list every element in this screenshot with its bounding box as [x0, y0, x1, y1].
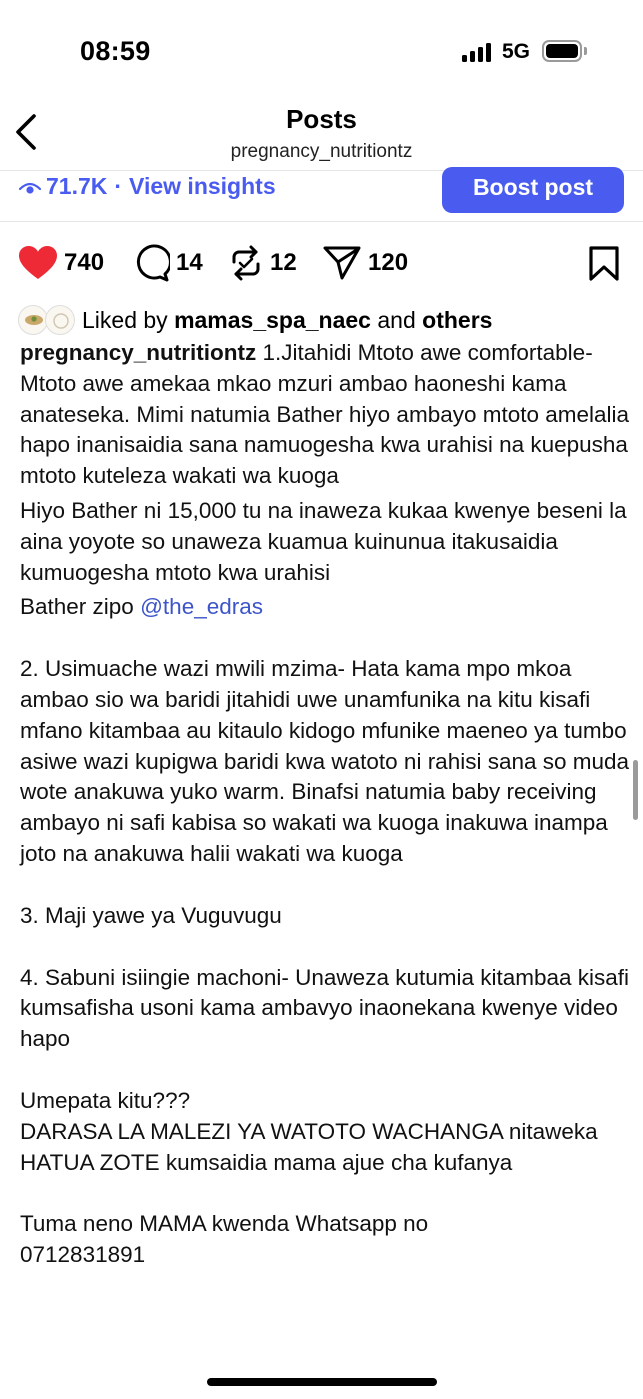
share-button[interactable]: 120	[322, 240, 408, 286]
insights-bar: 71.7K · View insights Boost post	[0, 167, 643, 222]
nav-header: Posts pregnancy_nutritiontz	[0, 100, 643, 170]
battery-icon	[542, 40, 582, 62]
status-bar: 08:59 5G	[0, 0, 643, 100]
home-indicator[interactable]	[207, 1378, 437, 1386]
comments-count: 14	[176, 249, 203, 276]
caption-text: 4. Sabuni isiingie machoni- Unaweza kutu…	[20, 964, 630, 1052]
avatar	[18, 305, 48, 335]
views-count: 71.7K	[46, 173, 108, 199]
mention-link[interactable]: @the_edras	[140, 594, 263, 619]
share-icon	[323, 246, 361, 280]
caption-text: Hiyo Bather ni 15,000 tu na inaweza kuka…	[20, 497, 627, 585]
scroll-indicator[interactable]	[633, 760, 638, 820]
battery-tip	[584, 47, 587, 55]
liked-by-others[interactable]: others	[422, 307, 492, 334]
comment-button[interactable]: 14	[132, 240, 203, 286]
caption-text: Bather zipo	[20, 594, 134, 620]
view-insights-link[interactable]: 71.7K · View insights	[18, 173, 276, 200]
reposts-count: 12	[270, 249, 297, 276]
heart-icon	[19, 246, 57, 279]
liked-by-prefix: Liked by	[82, 306, 168, 333]
caption-text: 3. Maji yawe ya Vuguvugu	[20, 902, 282, 928]
network-label: 5G	[502, 40, 531, 63]
likes-count: 740	[64, 249, 105, 276]
views-separator: ·	[114, 173, 123, 199]
caption-owner[interactable]: pregnancy_nutritiontz	[20, 340, 256, 365]
signal-icon	[462, 43, 492, 62]
caption-paragraph: pregnancy_nutritiontz 1.Jitahidi Mtoto a…	[20, 338, 632, 492]
boost-post-button[interactable]: Boost post	[442, 167, 624, 213]
bookmark-icon	[589, 246, 619, 281]
page-subtitle: pregnancy_nutritiontz	[230, 141, 413, 162]
comment-icon	[136, 244, 170, 282]
post-actions: 740 14 12 120	[0, 240, 643, 286]
caption-paragraph: Bather zipo @the_edras	[20, 592, 632, 623]
view-insights-label: View insights	[129, 173, 276, 199]
repost-icon	[232, 245, 260, 281]
caption-text: Umepata kitu???	[20, 1087, 191, 1113]
status-time: 08:59	[80, 36, 151, 66]
repost-button[interactable]: 12	[228, 240, 297, 286]
caption-text: Tuma neno MAMA kwenda Whatsapp no	[20, 1211, 429, 1237]
eye-icon	[18, 182, 42, 194]
caption-text: DARASA LA MALEZI YA WATOTO WACHANGA nita…	[20, 1118, 598, 1175]
caption-text: 2. Usimuache wazi mwili mzima- Hata kama…	[20, 656, 630, 866]
liked-by-and: and	[377, 306, 416, 333]
shares-count: 120	[368, 249, 409, 276]
caption-text: 0712831891	[20, 1242, 146, 1268]
liked-by-user[interactable]: mamas_spa_naec	[174, 307, 371, 334]
post-caption: pregnancy_nutritiontz 1.Jitahidi Mtoto a…	[20, 338, 632, 1271]
avatar	[45, 305, 75, 335]
bookmark-button[interactable]	[588, 246, 620, 287]
liked-by-row[interactable]: Liked by mamas_spa_naec and others	[18, 303, 492, 337]
like-button[interactable]: 740	[18, 240, 104, 286]
page-title: Posts	[286, 104, 357, 134]
liker-avatars	[18, 305, 76, 335]
